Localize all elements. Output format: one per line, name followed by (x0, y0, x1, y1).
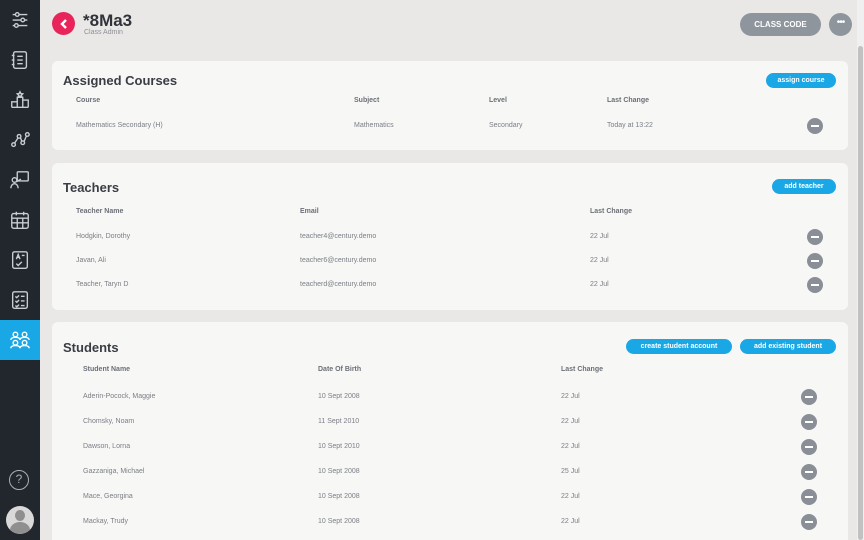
sliders-icon (12, 11, 28, 29)
remove-teacher-button[interactable] (807, 277, 823, 293)
column-header[interactable]: Course (76, 97, 100, 104)
teacher-name[interactable]: Javan, Ali (76, 257, 106, 264)
sidebar-item-classes[interactable] (0, 320, 40, 360)
column-header[interactable]: Email (300, 208, 319, 215)
sidebar-item-teach[interactable] (0, 160, 40, 200)
teacher-last-change: 22 Jul (590, 257, 609, 264)
column-header[interactable]: Teacher Name (76, 208, 123, 215)
people-icon (10, 331, 30, 349)
help-icon[interactable]: ? (9, 470, 29, 490)
notebook-icon (11, 51, 28, 69)
sidebar-item-leaderboard[interactable] (0, 80, 40, 120)
column-header[interactable]: Last Change (607, 97, 649, 104)
student-name[interactable]: Mackay, Trudy (83, 518, 128, 525)
students-card: Students create student account add exis… (52, 322, 848, 540)
course-level: Secondary (489, 122, 523, 129)
remove-course-button[interactable] (807, 118, 823, 134)
sidebar-item-settings[interactable] (0, 0, 40, 40)
teacher-last-change: 22 Jul (590, 233, 609, 240)
column-header[interactable]: Student Name (83, 366, 130, 373)
class-code-button[interactable]: CLASS CODE (740, 13, 821, 36)
teacher-email: teacher6@century.demo (300, 257, 377, 264)
calendar-icon (11, 211, 29, 229)
teacher-name[interactable]: Hodgkin, Dorothy (76, 233, 130, 240)
podium-icon (11, 90, 29, 109)
student-last-change: 22 Jul (561, 393, 580, 400)
student-dob: 10 Sept 2008 (318, 493, 360, 500)
create-student-account-button[interactable]: create student account (626, 339, 732, 354)
page-title: *8Ma3 (83, 11, 133, 30)
section-title: Assigned Courses (63, 73, 178, 88)
student-dob: 10 Sept 2008 (318, 518, 360, 525)
student-name[interactable]: Mace, Georgina (83, 493, 133, 500)
course-name[interactable]: Mathematics Secondary (H) (76, 122, 163, 129)
section-title: Students (63, 340, 119, 355)
page-subtitle: Class Admin (84, 29, 123, 36)
student-name[interactable]: Gazzaniga, Michael (83, 468, 144, 475)
teacher-name[interactable]: Teacher, Taryn D (76, 281, 128, 288)
remove-teacher-button[interactable] (807, 229, 823, 245)
assessment-icon (11, 251, 29, 269)
remove-student-button[interactable] (801, 414, 817, 430)
avatar[interactable] (6, 506, 34, 534)
student-dob: 10 Sept 2010 (318, 443, 360, 450)
column-header[interactable]: Date Of Birth (318, 366, 361, 373)
student-dob: 10 Sept 2008 (318, 468, 360, 475)
column-header[interactable]: Last Change (590, 208, 632, 215)
back-button[interactable] (52, 12, 75, 35)
student-dob: 11 Sept 2010 (318, 418, 360, 425)
assign-course-button[interactable]: assign course (766, 73, 836, 88)
more-options-button[interactable]: ••• (829, 13, 852, 36)
column-header[interactable]: Level (489, 97, 507, 104)
scrollbar-thumb[interactable] (858, 46, 863, 540)
teacher-last-change: 22 Jul (590, 281, 609, 288)
sidebar-item-assessments[interactable] (0, 240, 40, 280)
remove-student-button[interactable] (801, 389, 817, 405)
page-scrollbar[interactable] (857, 0, 864, 540)
student-last-change: 22 Jul (561, 443, 580, 450)
student-last-change: 22 Jul (561, 518, 580, 525)
remove-student-button[interactable] (801, 514, 817, 530)
section-title: Teachers (63, 180, 120, 195)
course-last-change: Today at 13:22 (607, 122, 653, 129)
remove-student-button[interactable] (801, 439, 817, 455)
sidebar-item-calendar[interactable] (0, 200, 40, 240)
sidebar-item-checklist[interactable] (0, 280, 40, 320)
network-icon (11, 131, 30, 148)
teacher-email: teacherd@century.demo (300, 281, 377, 288)
student-dob: 10 Sept 2008 (318, 393, 360, 400)
course-subject: Mathematics (354, 122, 394, 129)
remove-student-button[interactable] (801, 489, 817, 505)
assigned-courses-card: Assigned Courses assign course Course Su… (52, 61, 848, 150)
sidebar-item-courses[interactable] (0, 40, 40, 80)
remove-student-button[interactable] (801, 464, 817, 480)
student-last-change: 22 Jul (561, 418, 580, 425)
student-name[interactable]: Chomsky, Noam (83, 418, 134, 425)
teachers-card: Teachers add teacher Teacher Name Email … (52, 163, 848, 310)
teacher-email: teacher4@century.demo (300, 233, 377, 240)
student-last-change: 22 Jul (561, 493, 580, 500)
student-last-change: 25 Jul (561, 468, 580, 475)
student-name[interactable]: Dawson, Lorna (83, 443, 130, 450)
student-name[interactable]: Aderin-Pocock, Maggie (83, 393, 155, 400)
sidebar-nav: ? (0, 0, 40, 540)
column-header[interactable]: Subject (354, 97, 379, 104)
checklist-icon (11, 291, 29, 309)
presentation-icon (10, 171, 29, 189)
add-teacher-button[interactable]: add teacher (772, 179, 836, 194)
column-header[interactable]: Last Change (561, 366, 603, 373)
sidebar-item-pathways[interactable] (0, 120, 40, 160)
remove-teacher-button[interactable] (807, 253, 823, 269)
chevron-left-icon (59, 18, 67, 29)
add-existing-student-button[interactable]: add existing student (740, 339, 836, 354)
